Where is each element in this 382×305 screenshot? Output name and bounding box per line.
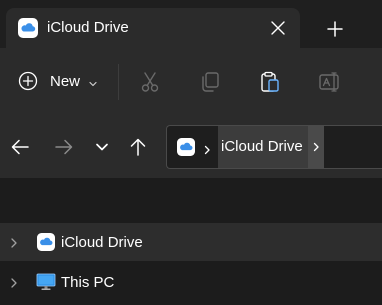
nav-item-label: iCloud Drive <box>61 234 143 251</box>
nav-item-this-pc[interactable]: This PC <box>0 263 382 301</box>
icloud-icon <box>18 18 38 38</box>
nav-item-icloud-drive[interactable]: iCloud Drive <box>0 223 382 261</box>
close-tab-icon[interactable] <box>268 18 288 38</box>
icloud-icon <box>36 233 56 251</box>
chevron-down-icon <box>88 76 98 87</box>
breadcrumb-item-icloud-drive[interactable]: iCloud Drive <box>218 126 308 168</box>
tab-title: iCloud Drive <box>47 19 129 36</box>
icloud-icon[interactable] <box>177 138 195 156</box>
monitor-icon <box>36 273 56 291</box>
nav-item-label: This PC <box>61 274 115 291</box>
forward-arrow-icon[interactable] <box>53 136 75 158</box>
address-bar-row: iCloud Drive <box>0 116 382 178</box>
rename-icon[interactable] <box>318 70 342 94</box>
new-button[interactable]: New <box>10 62 104 100</box>
new-tab-plus-icon[interactable] <box>324 18 346 40</box>
recent-locations-chevron-icon[interactable] <box>91 136 113 158</box>
new-button-label: New <box>50 73 81 90</box>
command-bar: New <box>0 48 382 116</box>
cut-icon[interactable] <box>138 70 162 94</box>
navigation-pane: iCloud Drive This PC <box>0 178 382 305</box>
expand-chevron-icon[interactable] <box>10 276 18 288</box>
expand-chevron-icon[interactable] <box>10 236 18 248</box>
breadcrumb-chevron-button[interactable] <box>308 126 324 168</box>
toolbar-divider <box>118 64 119 100</box>
paste-icon[interactable] <box>258 70 282 94</box>
up-arrow-icon[interactable] <box>127 136 149 158</box>
tab-icloud-drive[interactable]: iCloud Drive <box>6 8 300 48</box>
breadcrumb[interactable]: iCloud Drive <box>166 125 382 169</box>
copy-icon[interactable] <box>198 70 222 94</box>
chevron-right-icon <box>313 142 319 152</box>
add-circle-icon <box>18 71 38 91</box>
back-arrow-icon[interactable] <box>9 136 31 158</box>
title-bar: iCloud Drive <box>0 0 382 48</box>
breadcrumb-item-label: iCloud Drive <box>221 138 303 155</box>
chevron-right-icon[interactable] <box>203 142 211 155</box>
